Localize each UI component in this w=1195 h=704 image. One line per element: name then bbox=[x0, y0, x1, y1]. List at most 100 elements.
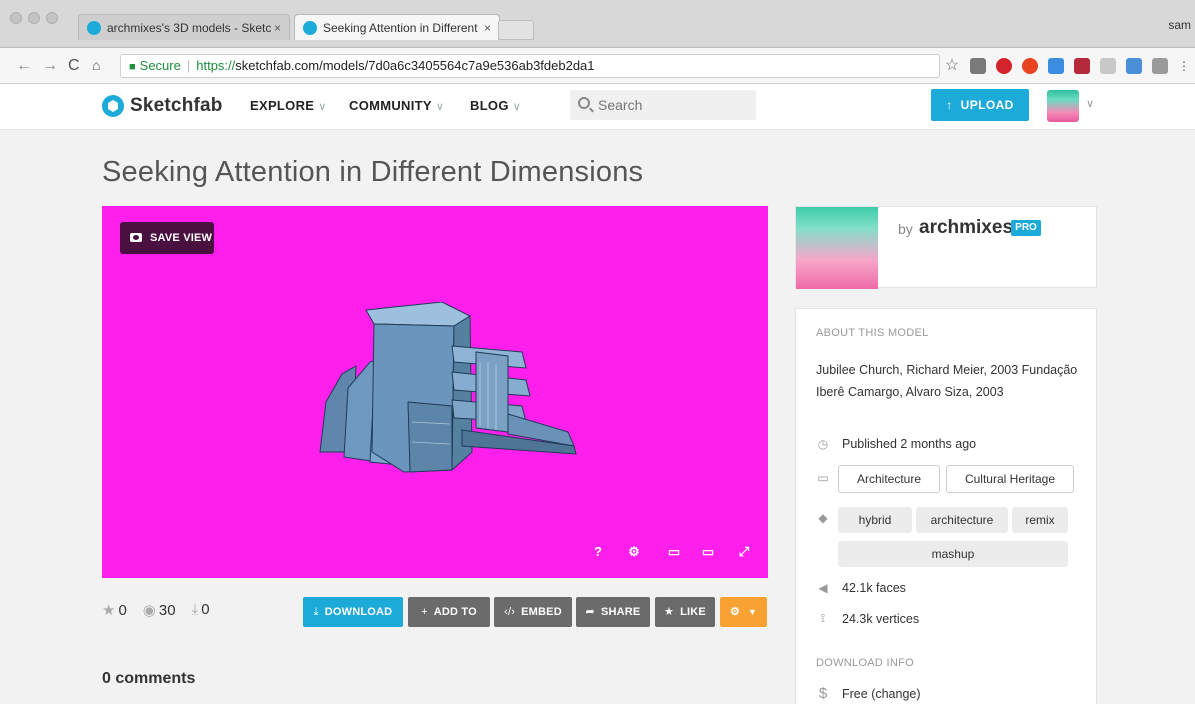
user-avatar[interactable] bbox=[1047, 90, 1079, 122]
browser-tab-2[interactable]: Seeking Attention in Different × bbox=[294, 14, 500, 40]
vr-icon[interactable]: ▭ bbox=[664, 544, 684, 560]
model-stats: ★ 0 ◉ 30 ⤓ 0 bbox=[102, 601, 210, 619]
camera-icon bbox=[130, 233, 142, 242]
new-tab-button[interactable] bbox=[498, 20, 534, 40]
tab-close-icon[interactable]: × bbox=[274, 15, 281, 40]
vertices-row: ⟟ 24.3k vertices bbox=[816, 611, 919, 626]
author-card: by archmixes PRO bbox=[795, 206, 1097, 289]
camera-extension-icon[interactable] bbox=[1152, 58, 1168, 74]
sketchfab-logo[interactable]: Sketchfab bbox=[102, 94, 223, 118]
published-row: ◷ Published 2 months ago bbox=[816, 437, 976, 451]
vertices-count: 24.3k vertices bbox=[842, 611, 920, 626]
url-protocol: https:// bbox=[196, 58, 236, 73]
model-thumbnail[interactable] bbox=[796, 207, 878, 289]
chevron-down-icon: ∨ bbox=[318, 101, 327, 113]
extension-reader-icon[interactable] bbox=[970, 58, 986, 74]
likes-stat: ★ 0 bbox=[102, 602, 127, 619]
download-icon: ⤓ bbox=[191, 601, 199, 618]
model-settings-button[interactable]: ⚙ ▼ bbox=[720, 597, 767, 627]
code-icon: ‹/› bbox=[504, 606, 516, 618]
downloads-stat: ⤓ 0 bbox=[191, 601, 210, 618]
model-description: Jubilee Church, Richard Meier, 2003 Fund… bbox=[816, 363, 1078, 399]
upload-button[interactable]: ↑ UPLOAD bbox=[931, 89, 1029, 121]
tag-architecture[interactable]: architecture bbox=[916, 507, 1008, 533]
about-heading: ABOUT THIS MODEL bbox=[816, 327, 929, 339]
tag-hybrid[interactable]: hybrid bbox=[838, 507, 912, 533]
add-to-button[interactable]: + ADD TO bbox=[408, 597, 490, 627]
extension-blue-icon[interactable] bbox=[1126, 58, 1142, 74]
help-icon[interactable]: ? bbox=[588, 544, 608, 560]
save-view-label: SAVE VIEW bbox=[150, 232, 213, 244]
docs-icon[interactable] bbox=[1048, 58, 1064, 74]
tag-remix[interactable]: remix bbox=[1012, 507, 1068, 533]
tab-close-icon[interactable]: × bbox=[484, 15, 491, 40]
sketchfab-favicon-icon bbox=[303, 21, 317, 35]
comments-count: 0 comments bbox=[102, 670, 196, 687]
browser-profile-name[interactable]: sam bbox=[1168, 18, 1191, 32]
tab-label: archmixes's 3D models - Sketc bbox=[107, 21, 272, 35]
category-architecture[interactable]: Architecture bbox=[838, 465, 940, 493]
author-name-link[interactable]: archmixes bbox=[919, 217, 1013, 239]
download-icon: ⤓ bbox=[313, 606, 319, 618]
about-model-card: ABOUT THIS MODEL Jubilee Church, Richard… bbox=[795, 308, 1097, 704]
extension-bars-icon[interactable] bbox=[1074, 58, 1090, 74]
download-button[interactable]: ⤓ DOWNLOAD bbox=[303, 597, 403, 627]
fullscreen-icon[interactable]: ⤢ bbox=[734, 544, 754, 560]
3d-model-render bbox=[319, 302, 577, 473]
chevron-down-icon[interactable]: ∨ bbox=[1086, 97, 1094, 110]
faces-count: 42.1k faces bbox=[842, 581, 906, 595]
reload-icon[interactable]: C bbox=[68, 57, 80, 75]
lock-icon: ■ bbox=[129, 61, 136, 73]
tab-label: Seeking Attention in Different bbox=[323, 21, 478, 35]
back-arrow-icon[interactable]: ← bbox=[16, 57, 32, 75]
extension-icons: ☆ ⋮ bbox=[944, 56, 1190, 76]
eye-icon: ◉ bbox=[142, 602, 156, 619]
extension-gray-icon[interactable] bbox=[1100, 58, 1116, 74]
browser-address-bar: ← → C ⌂ ■ Secure | https://sketchfab.com/mo… bbox=[0, 48, 1195, 84]
window-zoom-dot[interactable] bbox=[46, 12, 58, 24]
download-info-heading: DOWNLOAD INFO bbox=[816, 657, 915, 669]
category-cultural-heritage[interactable]: Cultural Heritage bbox=[946, 465, 1074, 493]
embed-button[interactable]: ‹/› EMBED bbox=[494, 597, 572, 627]
window-close-dot[interactable] bbox=[10, 12, 22, 24]
chevron-down-icon: ∨ bbox=[512, 101, 522, 113]
star-icon: ★ bbox=[102, 602, 116, 619]
chevron-down-icon: ∨ bbox=[435, 101, 445, 113]
share-button[interactable]: ➦ SHARE bbox=[576, 597, 650, 627]
clock-icon: ◷ bbox=[817, 437, 829, 451]
price-row: $ Free (change) bbox=[816, 685, 921, 702]
window-minimize-dot[interactable] bbox=[28, 12, 40, 24]
views-stat: ◉ 30 bbox=[142, 602, 176, 619]
tag-icon: ◆ bbox=[818, 511, 828, 525]
forward-arrow-icon[interactable]: → bbox=[42, 57, 58, 75]
nav-explore[interactable]: EXPLORE ∨ bbox=[250, 98, 327, 113]
plus-icon: + bbox=[421, 606, 428, 618]
browser-menu-icon[interactable]: ⋮ bbox=[1178, 58, 1190, 74]
price-change-link[interactable]: (change) bbox=[871, 687, 920, 701]
page-title: Seeking Attention in Different Dimension… bbox=[102, 156, 644, 188]
triangle-icon: ◀ bbox=[818, 581, 828, 595]
tag-mashup[interactable]: mashup bbox=[838, 541, 1068, 567]
star-icon: ★ bbox=[664, 606, 675, 618]
browser-tab-1[interactable]: archmixes's 3D models - Sketc × bbox=[78, 14, 290, 40]
save-view-button[interactable]: SAVE VIEW bbox=[120, 222, 214, 254]
nav-community[interactable]: COMMUNITY ∨ bbox=[349, 98, 444, 113]
settings-icon[interactable]: ⚙ bbox=[624, 544, 644, 560]
opera-icon[interactable] bbox=[1022, 58, 1038, 74]
nav-blog[interactable]: BLOG ∨ bbox=[470, 98, 521, 113]
like-button[interactable]: ★ LIKE bbox=[655, 597, 715, 627]
upload-label: UPLOAD bbox=[960, 98, 1014, 112]
dollar-icon: $ bbox=[818, 685, 828, 702]
site-header: Sketchfab EXPLORE∨ COMMUNITY∨ BLOG∨ ↑ UPL… bbox=[0, 84, 1195, 130]
price-text: Free bbox=[842, 686, 868, 701]
url-input[interactable]: ■ Secure | https://sketchfab.com/models/7d0… bbox=[120, 54, 940, 78]
bookmark-star-icon[interactable]: ☆ bbox=[944, 58, 960, 74]
author-by-label: by bbox=[898, 221, 913, 237]
search-input[interactable] bbox=[570, 90, 756, 120]
category-box-icon: ▭ bbox=[817, 471, 829, 485]
pinterest-icon[interactable] bbox=[996, 58, 1012, 74]
home-icon[interactable]: ⌂ bbox=[92, 57, 100, 73]
model-viewer[interactable]: SAVE VIEW ? ⚙ ▭ ▭ ⤢ bbox=[102, 206, 768, 578]
embed-view-icon[interactable]: ▭ bbox=[698, 544, 718, 560]
vertex-icon: ⟟ bbox=[820, 611, 826, 625]
